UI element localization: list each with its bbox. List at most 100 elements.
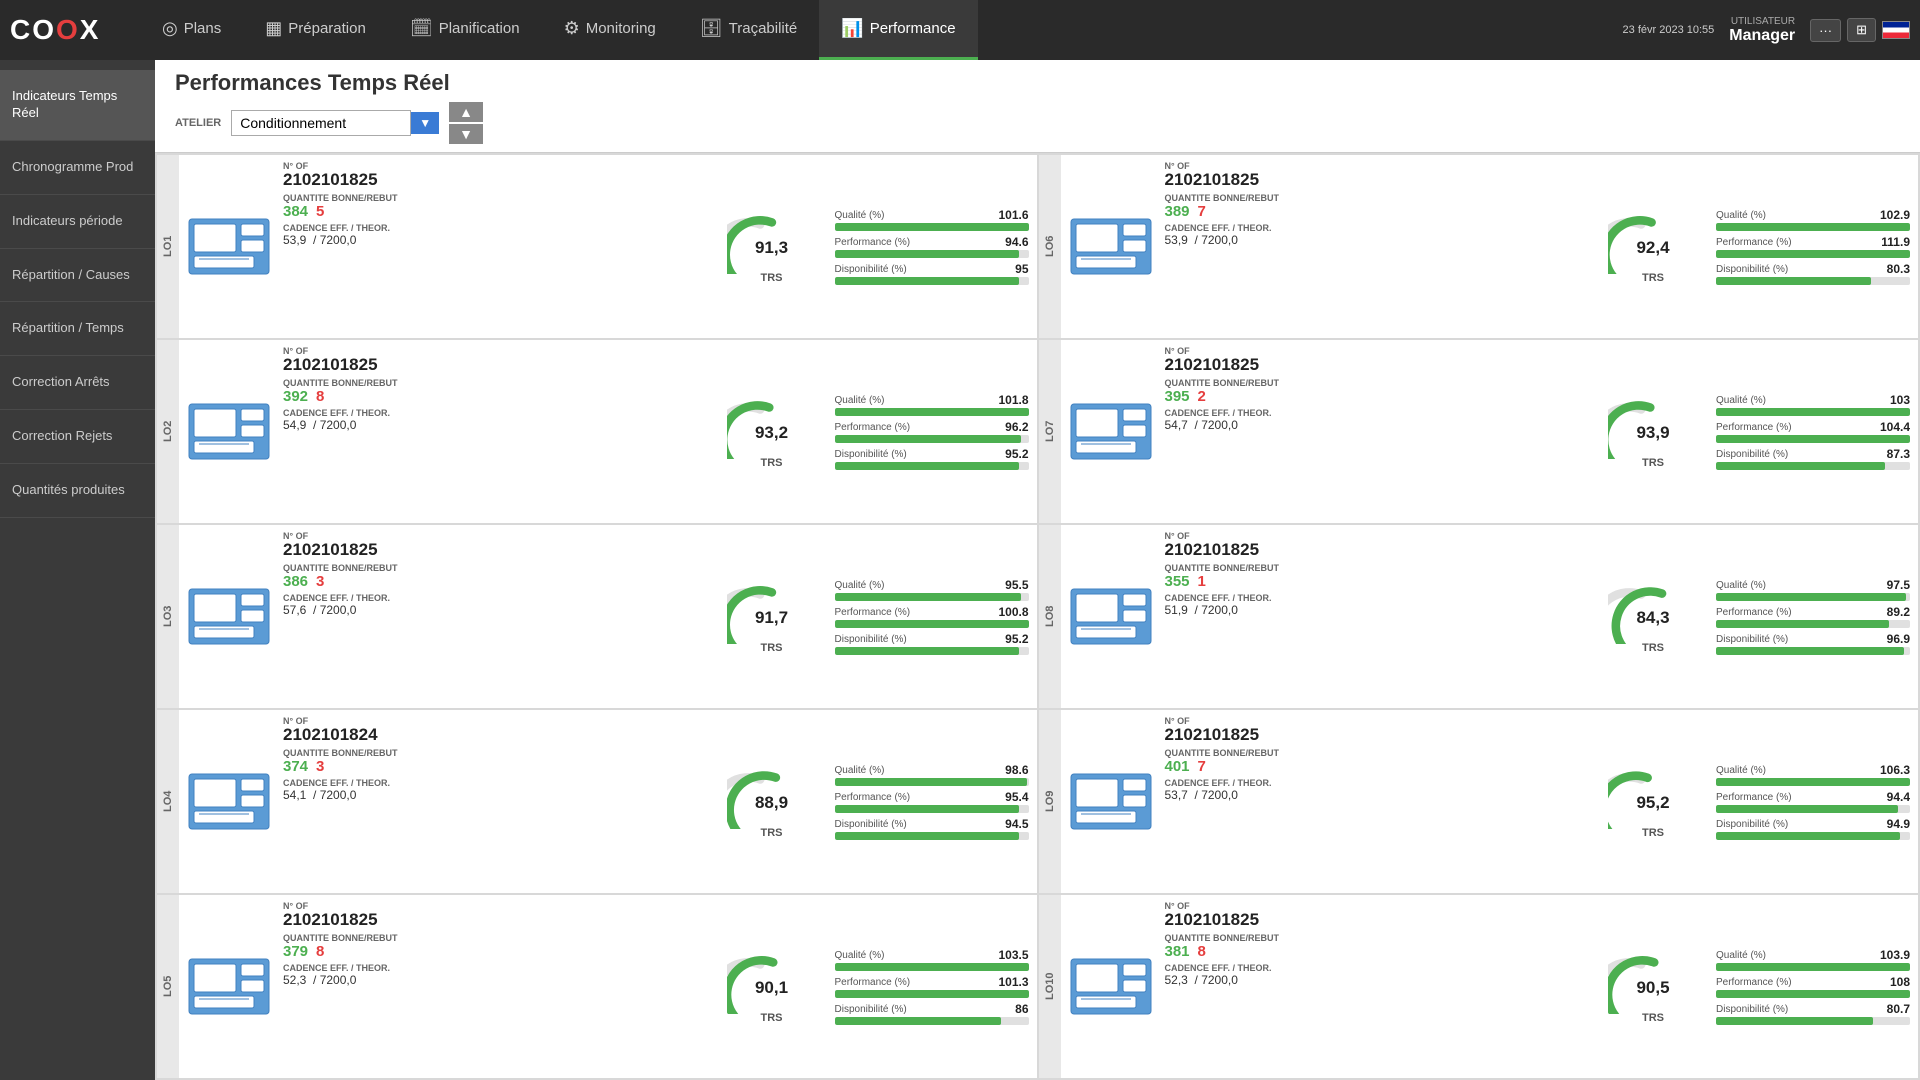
card-info: N° OF 2102101825 QUANTITE BONNE/REBUT 38… bbox=[279, 155, 717, 338]
machine-preview bbox=[179, 155, 279, 338]
qty-bad: 8 bbox=[1198, 943, 1206, 960]
metrics-col: Qualité (%) 101.8 Performance (%) 96.2 D… bbox=[827, 340, 1037, 523]
user-name: Manager bbox=[1729, 27, 1795, 45]
nav-btn-2[interactable]: ⊞ bbox=[1847, 18, 1876, 42]
language-flag[interactable] bbox=[1882, 21, 1910, 39]
gauge-container: 93,2 bbox=[727, 394, 817, 459]
cad-label: CADENCE EFF. / THEOR. bbox=[1165, 223, 1595, 233]
nav-tracabilite-label: Traçabilité bbox=[729, 20, 798, 37]
qty-row: 384 5 bbox=[283, 203, 713, 220]
metric-disponibilite: Disponibilité (%) 96.9 bbox=[1716, 632, 1910, 655]
qty-label: QUANTITE BONNE/REBUT bbox=[283, 748, 713, 758]
metric-qualite: Qualité (%) 95.5 bbox=[835, 578, 1029, 601]
cad-label: CADENCE EFF. / THEOR. bbox=[283, 778, 713, 788]
metric-disponibilite: Disponibilité (%) 94.9 bbox=[1716, 817, 1910, 840]
qty-label: QUANTITE BONNE/REBUT bbox=[283, 933, 713, 943]
cad-val: 57,6 / 7200,0 bbox=[283, 603, 713, 617]
nav-down-button[interactable]: ▼ bbox=[449, 124, 483, 144]
nav-plans[interactable]: ◎ Plans bbox=[140, 0, 243, 60]
nav-preparation-label: Préparation bbox=[288, 20, 366, 37]
gauge-wrap: 90,1 TRS bbox=[717, 895, 827, 1078]
metrics-col: Qualité (%) 95.5 Performance (%) 100.8 D… bbox=[827, 525, 1037, 708]
lot-label: LO8 bbox=[1039, 525, 1061, 708]
nav-right: 23 févr 2023 10:55 UTILISATEUR Manager ·… bbox=[1623, 16, 1910, 45]
nav-performance[interactable]: 📊 Performance bbox=[819, 0, 977, 60]
metric-performance: Performance (%) 101.3 bbox=[835, 975, 1029, 998]
sidebar-item-repartition-causes[interactable]: Répartition / Causes bbox=[0, 249, 155, 303]
cad-label: CADENCE EFF. / THEOR. bbox=[283, 408, 713, 418]
gauge-value: 93,9 bbox=[1636, 423, 1669, 443]
lot-label: LO7 bbox=[1039, 340, 1061, 523]
gauge-wrap: 93,9 TRS bbox=[1598, 340, 1708, 523]
metric-performance: Performance (%) 95.4 bbox=[835, 790, 1029, 813]
metric-qualite: Qualité (%) 102.9 bbox=[1716, 208, 1910, 231]
qty-label: QUANTITE BONNE/REBUT bbox=[1165, 748, 1595, 758]
sidebar-item-chronogramme-prod[interactable]: Chronogramme Prod bbox=[0, 141, 155, 195]
metric-qualite: Qualité (%) 103.5 bbox=[835, 948, 1029, 971]
cad-val: 54,9 / 7200,0 bbox=[283, 418, 713, 432]
nav-performance-label: Performance bbox=[870, 20, 956, 37]
kpi-card-lo1: LO1 N° OF 2102101825 QUANTITE BONNE/REBU… bbox=[157, 155, 1037, 338]
qty-row: 381 8 bbox=[1165, 943, 1595, 960]
qty-row: 401 7 bbox=[1165, 758, 1595, 775]
machine-preview bbox=[1061, 155, 1161, 338]
cad-val: 52,3 / 7200,0 bbox=[283, 973, 713, 987]
qty-bad: 3 bbox=[316, 758, 324, 775]
machine-preview bbox=[1061, 340, 1161, 523]
atelier-select[interactable]: Conditionnement Assemblage Fabrication bbox=[231, 110, 411, 136]
gauge-value: 90,1 bbox=[755, 978, 788, 998]
qty-bad: 2 bbox=[1198, 388, 1206, 405]
lot-label: LO9 bbox=[1039, 710, 1061, 893]
atelier-dropdown-arrow[interactable]: ▼ bbox=[411, 112, 439, 134]
nav-up-button[interactable]: ▲ bbox=[449, 102, 483, 122]
sidebar-item-indicateurs-temps-reel[interactable]: Indicateurs Temps Réel bbox=[0, 70, 155, 141]
cad-label: CADENCE EFF. / THEOR. bbox=[1165, 963, 1595, 973]
gauge-value: 84,3 bbox=[1636, 608, 1669, 628]
sidebar-item-quantites-produites[interactable]: Quantités produites bbox=[0, 464, 155, 518]
of-number: 2102101824 bbox=[283, 726, 713, 745]
metrics-col: Qualité (%) 97.5 Performance (%) 89.2 Di… bbox=[1708, 525, 1918, 708]
user-info: UTILISATEUR Manager bbox=[1729, 16, 1795, 45]
of-number: 2102101825 bbox=[1165, 911, 1595, 930]
of-number: 2102101825 bbox=[1165, 356, 1595, 375]
sidebar-item-repartition-temps[interactable]: Répartition / Temps bbox=[0, 302, 155, 356]
cad-val: 54,7 / 7200,0 bbox=[1165, 418, 1595, 432]
metrics-col: Qualité (%) 102.9 Performance (%) 111.9 … bbox=[1708, 155, 1918, 338]
nav-monitoring[interactable]: ⚙ Monitoring bbox=[542, 0, 678, 60]
metric-performance: Performance (%) 111.9 bbox=[1716, 235, 1910, 258]
qty-row: 374 3 bbox=[283, 758, 713, 775]
nav-preparation[interactable]: ▦ Préparation bbox=[243, 0, 388, 60]
qty-good: 392 bbox=[283, 388, 308, 405]
nav-planification[interactable]: 🗓 Planification bbox=[388, 0, 542, 60]
nav-controls: ··· ⊞ bbox=[1810, 18, 1910, 42]
performance-icon: 📊 bbox=[841, 18, 863, 39]
qty-bad: 5 bbox=[316, 203, 324, 220]
metric-qualite: Qualité (%) 98.6 bbox=[835, 763, 1029, 786]
card-info: N° OF 2102101825 QUANTITE BONNE/REBUT 40… bbox=[1161, 710, 1599, 893]
nav-tracabilite[interactable]: 🗄 Traçabilité bbox=[678, 0, 820, 60]
atelier-select-wrap: Conditionnement Assemblage Fabrication ▼ bbox=[231, 110, 439, 136]
machine-preview bbox=[1061, 710, 1161, 893]
sidebar-item-correction-rejets[interactable]: Correction Rejets bbox=[0, 410, 155, 464]
monitoring-icon: ⚙ bbox=[564, 18, 580, 39]
nav-btn-1[interactable]: ··· bbox=[1810, 19, 1841, 42]
sidebar-item-correction-arrets[interactable]: Correction Arrêts bbox=[0, 356, 155, 410]
kpi-card-lo4: LO4 N° OF 2102101824 QUANTITE BONNE/REBU… bbox=[157, 710, 1037, 893]
metric-qualite: Qualité (%) 106.3 bbox=[1716, 763, 1910, 786]
gauge-container: 90,5 bbox=[1608, 949, 1698, 1014]
preparation-icon: ▦ bbox=[265, 18, 282, 39]
qty-good: 395 bbox=[1165, 388, 1190, 405]
qty-bad: 7 bbox=[1198, 758, 1206, 775]
cad-label: CADENCE EFF. / THEOR. bbox=[283, 963, 713, 973]
sidebar-item-indicateurs-periode[interactable]: Indicateurs période bbox=[0, 195, 155, 249]
gauge-value: 91,7 bbox=[755, 608, 788, 628]
card-info: N° OF 2102101825 QUANTITE BONNE/REBUT 35… bbox=[1161, 525, 1599, 708]
cad-label: CADENCE EFF. / THEOR. bbox=[283, 223, 713, 233]
content-area: Performances Temps Réel ATELIER Conditio… bbox=[155, 60, 1920, 1080]
kpi-card-lo7: LO7 N° OF 2102101825 QUANTITE BONNE/REBU… bbox=[1039, 340, 1919, 523]
nav-items: ◎ Plans ▦ Préparation 🗓 Planification ⚙ … bbox=[140, 0, 1623, 60]
tracabilite-icon: 🗄 bbox=[700, 18, 723, 39]
card-info: N° OF 2102101825 QUANTITE BONNE/REBUT 39… bbox=[1161, 340, 1599, 523]
user-label: UTILISATEUR bbox=[1729, 16, 1795, 27]
card-info: N° OF 2102101825 QUANTITE BONNE/REBUT 38… bbox=[1161, 895, 1599, 1078]
